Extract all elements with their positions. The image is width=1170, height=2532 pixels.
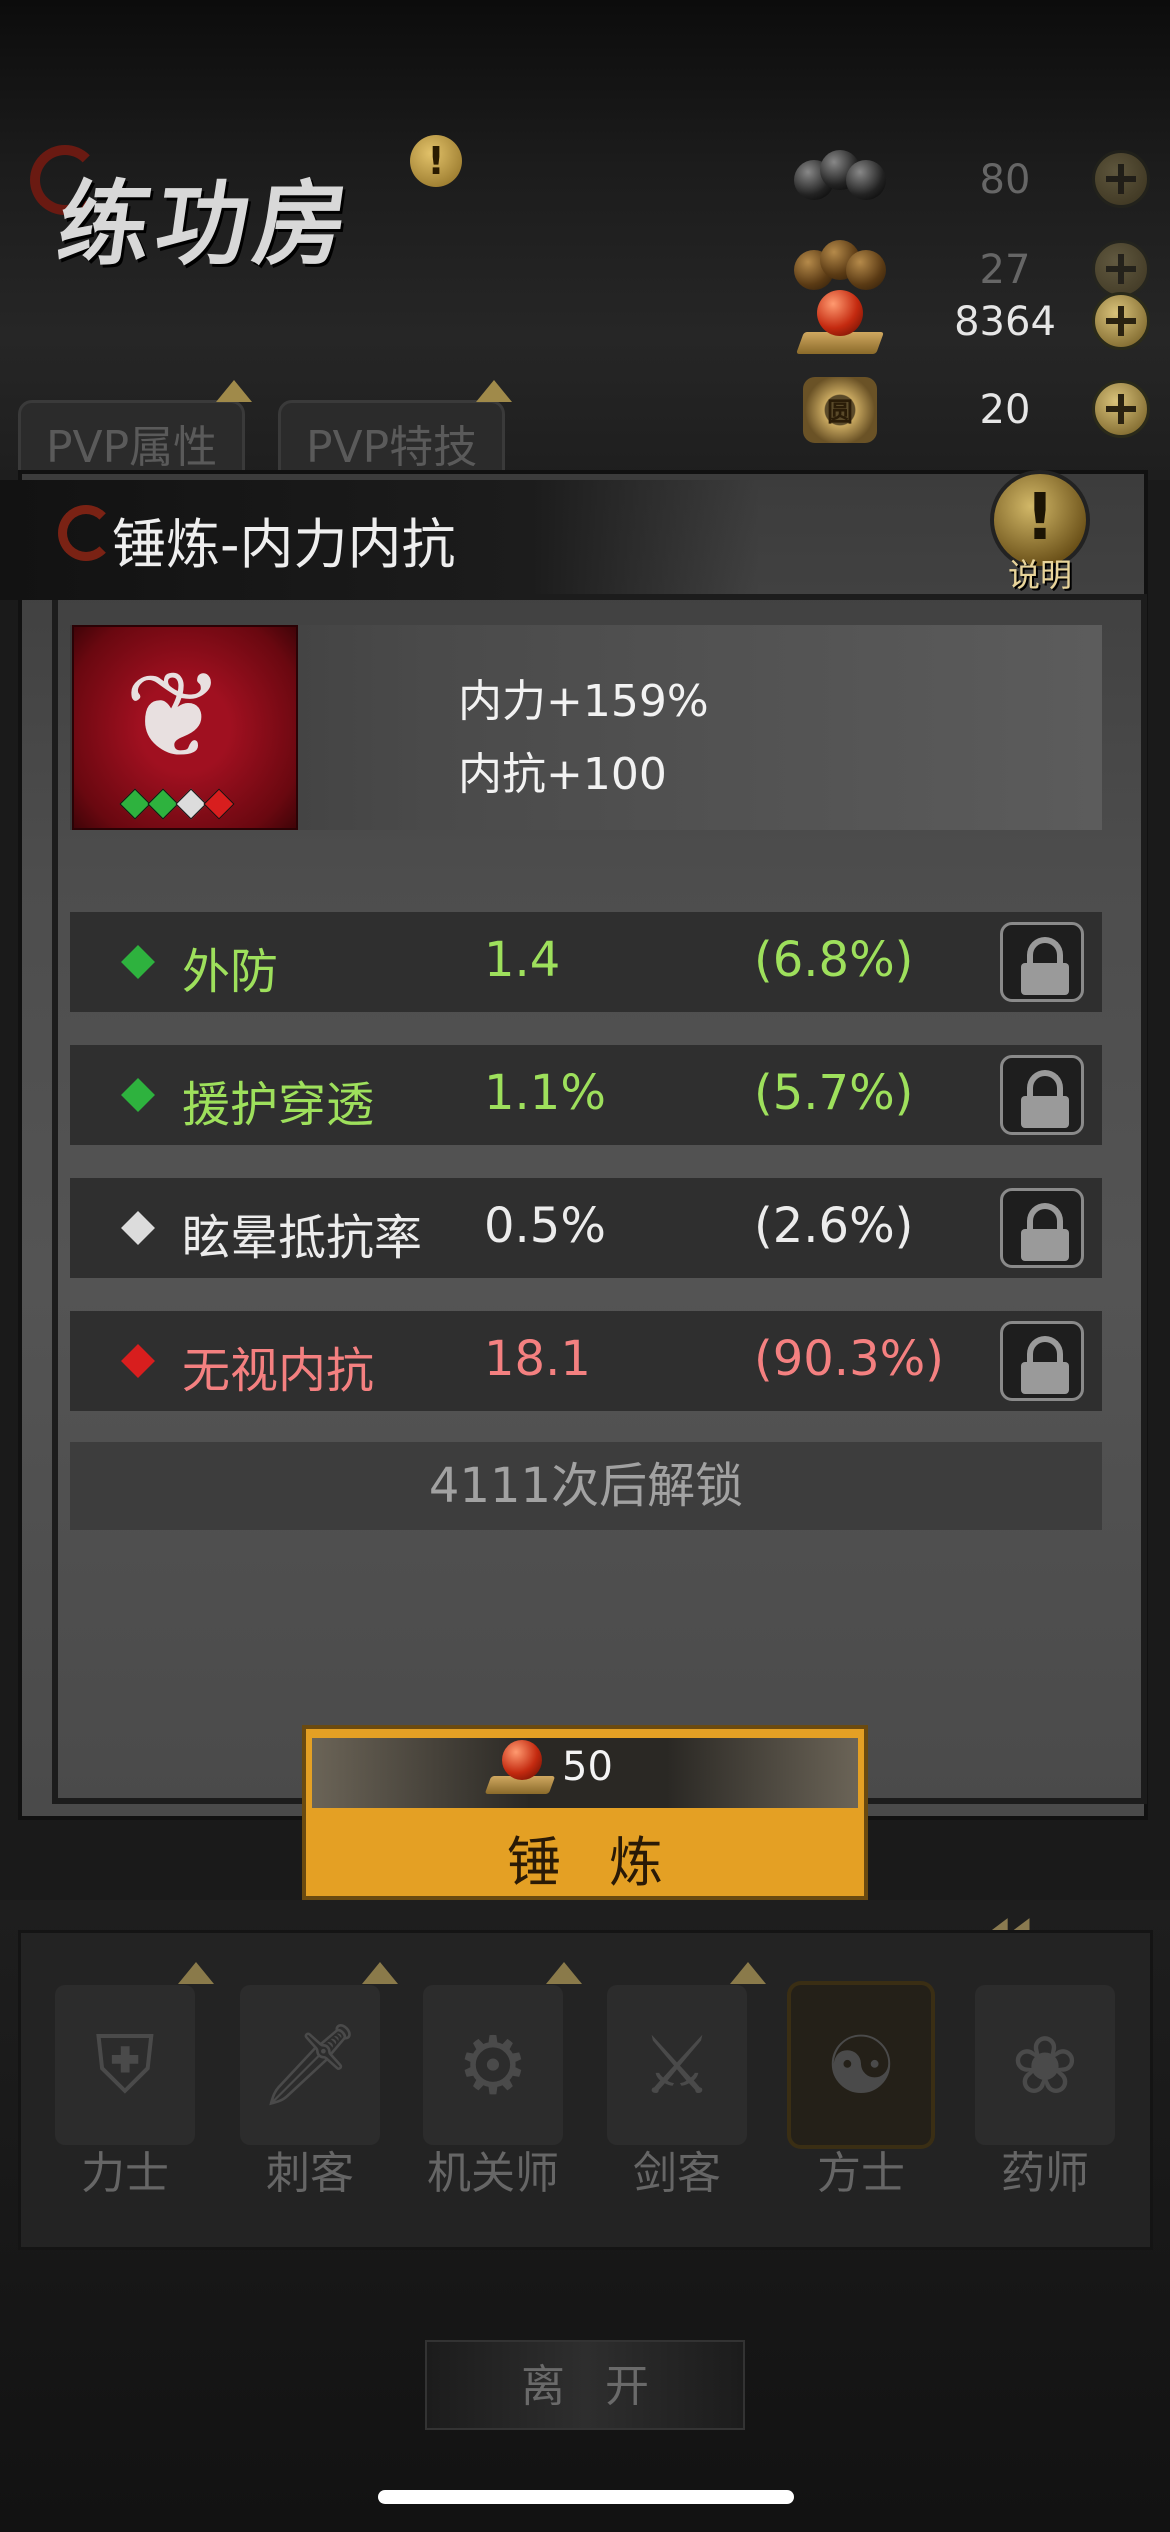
white-gem-icon (121, 1211, 155, 1245)
black-pellets-icon (790, 140, 890, 220)
upgrade-arrow-icon (216, 380, 252, 402)
class-tab-fangshi[interactable]: ☯ 方士 (786, 1985, 936, 2205)
forge-cost-value: 50 (562, 1744, 613, 1790)
resource-value: 20 (979, 387, 1031, 433)
attribute-value: 18.1 (484, 1331, 591, 1387)
class-tab-jianke[interactable]: ⚔ 剑客 (602, 1985, 752, 2205)
lock-toggle-button[interactable] (1000, 1321, 1084, 1401)
gear-class-icon: ⚙ (423, 1985, 563, 2145)
red-pellet-icon (790, 282, 890, 362)
panel-title: 锤炼-内力内抗 (112, 513, 456, 576)
attribute-percent: (6.8%) (754, 932, 914, 988)
upgrade-arrow-icon (546, 1962, 582, 1984)
class-tab-yaoshi[interactable]: ❀ 药师 (970, 1985, 1120, 2205)
attribute-percent: (2.6%) (754, 1198, 914, 1254)
quality-gems (119, 788, 235, 820)
skill-effect-2: 内抗+100 (458, 749, 667, 800)
class-label: 药师 (1001, 2148, 1089, 2199)
lock-toggle-button[interactable] (1000, 1055, 1084, 1135)
class-label: 力士 (81, 2148, 169, 2199)
coin-token-icon: 圆 (790, 370, 890, 450)
sword-class-icon: ⚔ (607, 1985, 747, 2145)
attribute-percent: (5.7%) (754, 1065, 914, 1121)
upgrade-arrow-icon (362, 1962, 398, 1984)
attribute-row: 援护穿透 1.1% (5.7%) (70, 1045, 1102, 1145)
unlock-progress-text: 4111次后解锁 (70, 1442, 1102, 1530)
attribute-name: 无视内抗 (182, 1343, 375, 1399)
attribute-value: 1.4 (484, 932, 561, 988)
class-tab-cike[interactable]: 🗡 刺客 (235, 1985, 385, 2205)
class-label: 刺客 (266, 2148, 354, 2199)
green-gem-icon (121, 1078, 155, 1112)
class-label: 剑客 (633, 2148, 721, 2199)
lock-toggle-button[interactable] (1000, 1188, 1084, 1268)
green-gem-icon (147, 788, 179, 820)
phoenix-skill-icon[interactable]: ❦ (72, 625, 298, 830)
attribute-name: 援护穿透 (182, 1077, 375, 1133)
page-title: 练功房 (51, 170, 361, 278)
attribute-row: 无视内抗 18.1 (90.3%) (70, 1311, 1102, 1411)
white-gem-icon (175, 788, 207, 820)
header-ring-decoration (58, 505, 114, 561)
help-button[interactable]: ! 说明 (985, 470, 1095, 594)
class-tab-lishi[interactable]: ⛨ 力士 (50, 1985, 200, 2205)
title-alert-icon[interactable]: ! (410, 135, 462, 187)
class-label: 机关师 (427, 2148, 559, 2199)
resource-red-pellet: 8364 (790, 282, 1150, 362)
upgrade-arrow-icon (178, 1962, 214, 1984)
upgrade-arrow-icon (730, 1962, 766, 1984)
class-tab-jiguanshi[interactable]: ⚙ 机关师 (418, 1985, 568, 2205)
red-gem-icon (203, 788, 235, 820)
red-gem-icon (121, 1344, 155, 1378)
resource-value: 8364 (954, 299, 1056, 345)
attribute-row: 外防 1.4 (6.8%) (70, 912, 1102, 1012)
attribute-value: 0.5% (484, 1198, 606, 1254)
add-red-pellet-button[interactable] (1092, 292, 1150, 350)
home-indicator[interactable] (378, 2490, 794, 2504)
forge-button-label: 锤炼 (507, 1831, 711, 1894)
phoenix-icon: ❦ (124, 647, 225, 786)
add-black-pellets-button[interactable] (1092, 150, 1150, 208)
leave-button[interactable]: 离开 (425, 2340, 745, 2430)
green-gem-icon (121, 945, 155, 979)
dagger-class-icon: 🗡 (240, 1985, 380, 2145)
add-coin-token-button[interactable] (1092, 380, 1150, 438)
green-gem-icon (119, 788, 151, 820)
herb-class-icon: ❀ (975, 1985, 1115, 2145)
lock-toggle-button[interactable] (1000, 922, 1084, 1002)
resource-value: 80 (979, 157, 1031, 203)
attribute-value: 1.1% (484, 1065, 606, 1121)
attribute-row: 眩晕抵抗率 0.5% (2.6%) (70, 1178, 1102, 1278)
help-label: 说明 (1007, 556, 1072, 594)
yin-yang-class-icon: ☯ (791, 1985, 931, 2145)
skill-effect-1: 内力+159% (458, 676, 709, 727)
attribute-percent: (90.3%) (754, 1331, 944, 1387)
class-label: 方士 (817, 2148, 905, 2199)
attribute-name: 外防 (182, 944, 279, 1000)
upgrade-arrow-icon (476, 380, 512, 402)
shield-class-icon: ⛨ (55, 1985, 195, 2145)
red-pellet-icon (484, 1738, 558, 1804)
resource-coin-token: 圆 20 (790, 370, 1150, 450)
attribute-name: 眩晕抵抗率 (182, 1210, 423, 1266)
resource-black-pellets: 80 (790, 140, 1150, 220)
